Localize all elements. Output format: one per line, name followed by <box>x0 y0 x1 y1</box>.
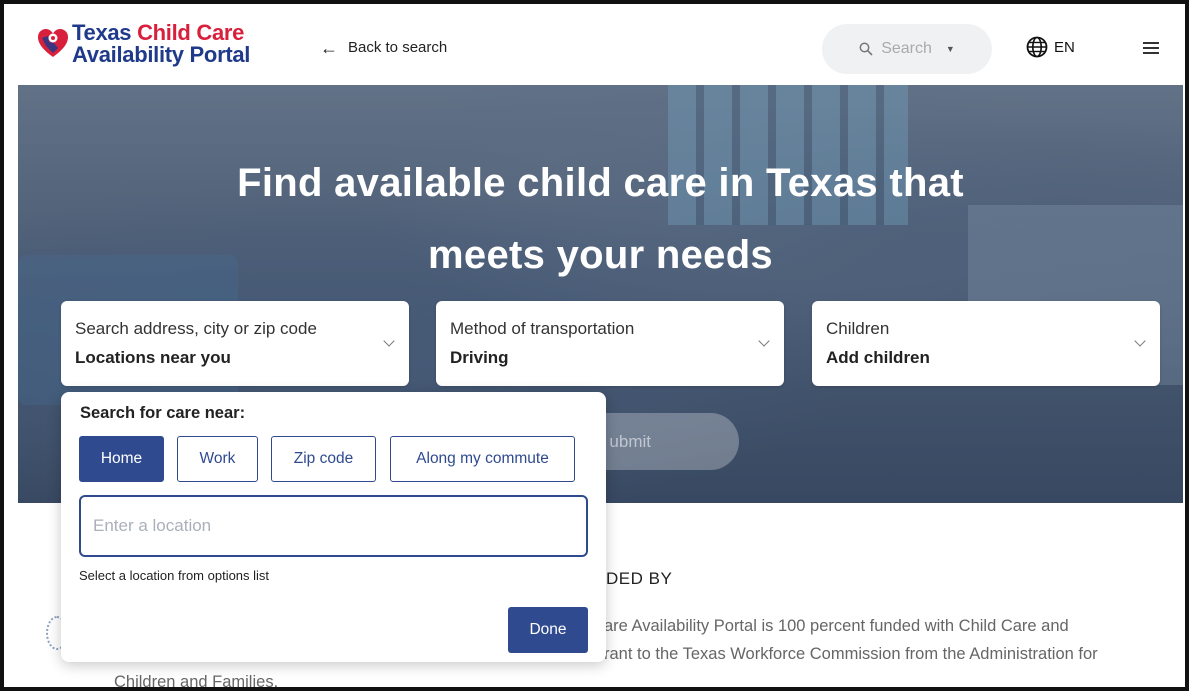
option-home-button[interactable]: Home <box>79 436 164 482</box>
children-selector-label: Children <box>826 319 890 338</box>
language-selector[interactable]: EN <box>1026 36 1075 58</box>
funding-line-3: Children and Families. <box>114 673 279 691</box>
logo-portal-text: Availability Portal <box>72 42 251 67</box>
done-button[interactable]: Done <box>508 607 588 653</box>
option-commute-button[interactable]: Along my commute <box>390 436 575 482</box>
transportation-selector-label: Method of transportation <box>450 319 635 338</box>
option-zip-code-button[interactable]: Zip code <box>271 436 376 482</box>
children-selector[interactable]: Children Add children <box>812 301 1160 386</box>
back-to-search-link[interactable]: ← Back to search <box>320 37 448 58</box>
chevron-down-icon <box>1134 335 1146 347</box>
option-work-button[interactable]: Work <box>177 436 258 482</box>
submit-label: ubmit <box>609 431 651 451</box>
chevron-down-icon <box>383 335 395 347</box>
hero-title: Find available child care in Texas that … <box>18 147 1183 291</box>
location-dropdown-panel: Search for care near: Home Work Zip code… <box>61 392 606 662</box>
funded-by-heading: DED BY <box>606 569 673 588</box>
search-placeholder: Search <box>881 40 932 57</box>
search-care-near-heading: Search for care near: <box>80 404 246 422</box>
location-selector[interactable]: Search address, city or zip code Locatio… <box>61 301 409 386</box>
location-helper-text: Select a location from options list <box>79 568 270 583</box>
location-input[interactable] <box>79 495 588 557</box>
arrow-left-icon: ← <box>320 37 338 58</box>
funding-line-1: are Availability Portal is 100 percent f… <box>604 617 1069 635</box>
portal-logo[interactable]: Texas Child Care Availability Portal <box>36 22 250 66</box>
page-frame: Texas Child Care Availability Portal ← B… <box>0 0 1189 691</box>
chevron-down-icon <box>758 335 770 347</box>
language-label: EN <box>1054 38 1075 56</box>
globe-icon <box>1026 36 1048 58</box>
hero-title-line1: Find available child care in Texas that <box>237 161 964 205</box>
children-selector-value: Add children <box>826 348 930 367</box>
site-header: Texas Child Care Availability Portal ← B… <box>18 8 1183 85</box>
hamburger-menu-icon[interactable] <box>1143 42 1159 56</box>
location-selector-value: Locations near you <box>75 348 231 367</box>
back-to-search-label: Back to search <box>348 39 448 56</box>
transportation-selector-value: Driving <box>450 348 509 367</box>
search-icon <box>859 42 873 56</box>
funding-line-2: rant to the Texas Workforce Commission f… <box>604 645 1098 663</box>
header-search[interactable]: Search ▼ <box>822 24 992 74</box>
location-selector-label: Search address, city or zip code <box>75 319 317 338</box>
caret-down-icon: ▼ <box>945 44 955 54</box>
hero-title-line2: meets your needs <box>428 233 773 277</box>
transportation-selector[interactable]: Method of transportation Driving <box>436 301 784 386</box>
texas-heart-logo-icon <box>38 29 68 57</box>
